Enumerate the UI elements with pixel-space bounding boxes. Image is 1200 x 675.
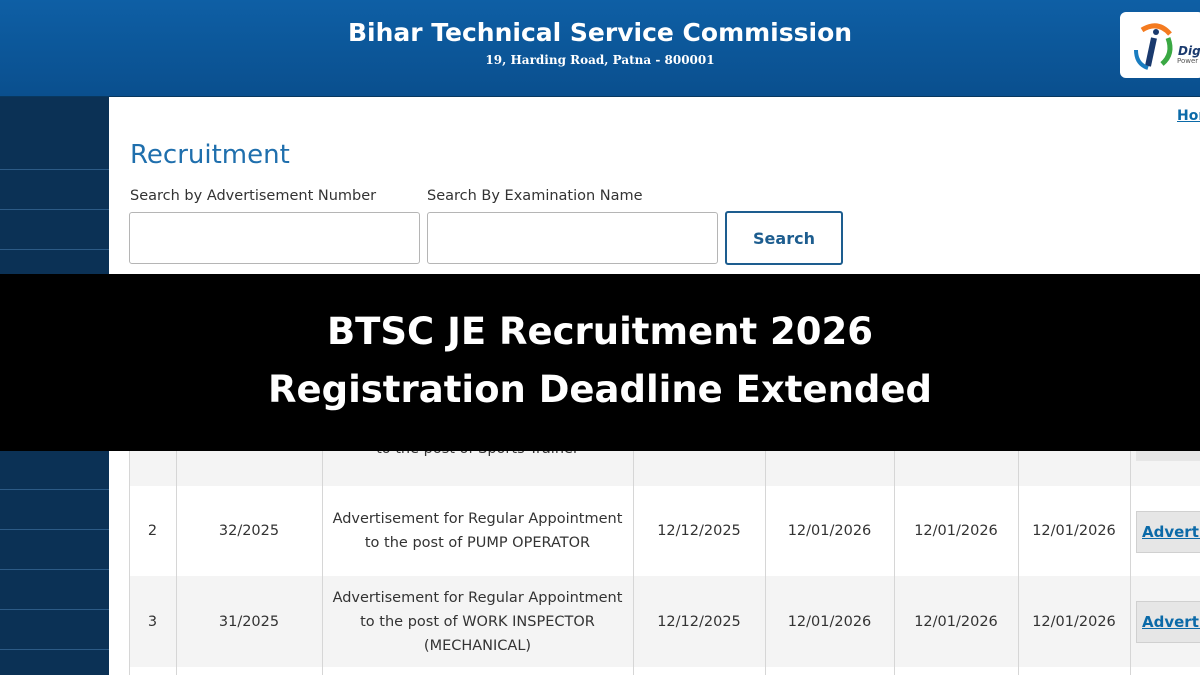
search-button[interactable]: Search (725, 211, 843, 265)
sidebar-item[interactable] (0, 130, 109, 170)
table-divider (1130, 451, 1131, 675)
site-title: Bihar Technical Service Commission (347, 18, 853, 47)
sidebar-item[interactable] (0, 490, 109, 530)
logo-text: Digit (1178, 44, 1200, 58)
advertisement-link-button[interactable]: Advertis (1136, 511, 1200, 553)
site-address: 19, Harding Road, Patna - 800001 (485, 53, 715, 67)
exam-name-label: Search By Examination Name (427, 188, 643, 204)
sidebar-item[interactable] (0, 210, 109, 250)
adv-number-input[interactable] (129, 212, 420, 264)
adv-number-label: Search by Advertisement Number (130, 188, 377, 204)
table-cell-sno: 3 (147, 613, 158, 630)
table-cell-adv-no: 31/2025 (218, 613, 280, 630)
table-cell-date: 12/01/2026 (787, 523, 872, 539)
digital-india-logo[interactable]: Digit Power T (1120, 12, 1200, 78)
description-line: Advertisement for Regular Appointment (332, 589, 623, 606)
description-line: to the post of PUMP OPERATOR (364, 535, 591, 551)
digital-india-logo-icon (1134, 23, 1173, 70)
table-row (129, 451, 1200, 487)
sidebar-item[interactable] (0, 170, 109, 210)
site-header: Bihar Technical Service Commission 19, H… (0, 0, 1200, 97)
advertisement-link[interactable]: Advertis (1142, 613, 1200, 631)
table-cell-date: 12/01/2026 (787, 613, 872, 630)
table-cell-description: Advertisement for Regular Appointment to… (322, 486, 633, 576)
banner-headline: BTSC JE Recruitment 2026 (326, 310, 874, 353)
description-line: to the post of WORK INSPECTOR (360, 613, 595, 630)
advertisement-link-button[interactable]: Advertis (1136, 601, 1200, 643)
sidebar-item[interactable] (0, 450, 109, 490)
table-cell-date: 12/12/2025 (657, 523, 741, 539)
sidebar-item[interactable] (0, 570, 109, 610)
sidebar-item[interactable] (0, 610, 109, 650)
table-cell-sno: 2 (147, 523, 158, 539)
logo-tagline: Power T (1177, 57, 1200, 65)
advertisement-link[interactable]: Advertis (1142, 523, 1200, 541)
page-title: Recruitment (130, 140, 290, 170)
description-line: Advertisement for Regular Appointment (332, 511, 623, 527)
home-link[interactable]: Hor (1177, 108, 1200, 124)
table-cell-date: 12/12/2025 (657, 613, 741, 630)
table-row (129, 667, 1200, 675)
sidebar-item[interactable] (0, 530, 109, 570)
table-cell-date: 12/01/2026 (1032, 613, 1116, 630)
banner-subheadline: Registration Deadline Extended (268, 368, 932, 411)
table-cell-adv-no: 32/2025 (218, 523, 280, 539)
table-cell-date: 12/01/2026 (914, 613, 998, 630)
table-cell-date: 12/01/2026 (1032, 523, 1116, 539)
advertisement-link-button[interactable] (1136, 451, 1200, 461)
table-cell-description: Advertisement for Regular Appointment to… (322, 576, 633, 667)
table-cell-date: 12/01/2026 (914, 523, 998, 539)
description-line: (MECHANICAL) (423, 637, 532, 654)
headline-banner: BTSC JE Recruitment 2026 Registration De… (0, 274, 1200, 451)
exam-name-input[interactable] (427, 212, 718, 264)
